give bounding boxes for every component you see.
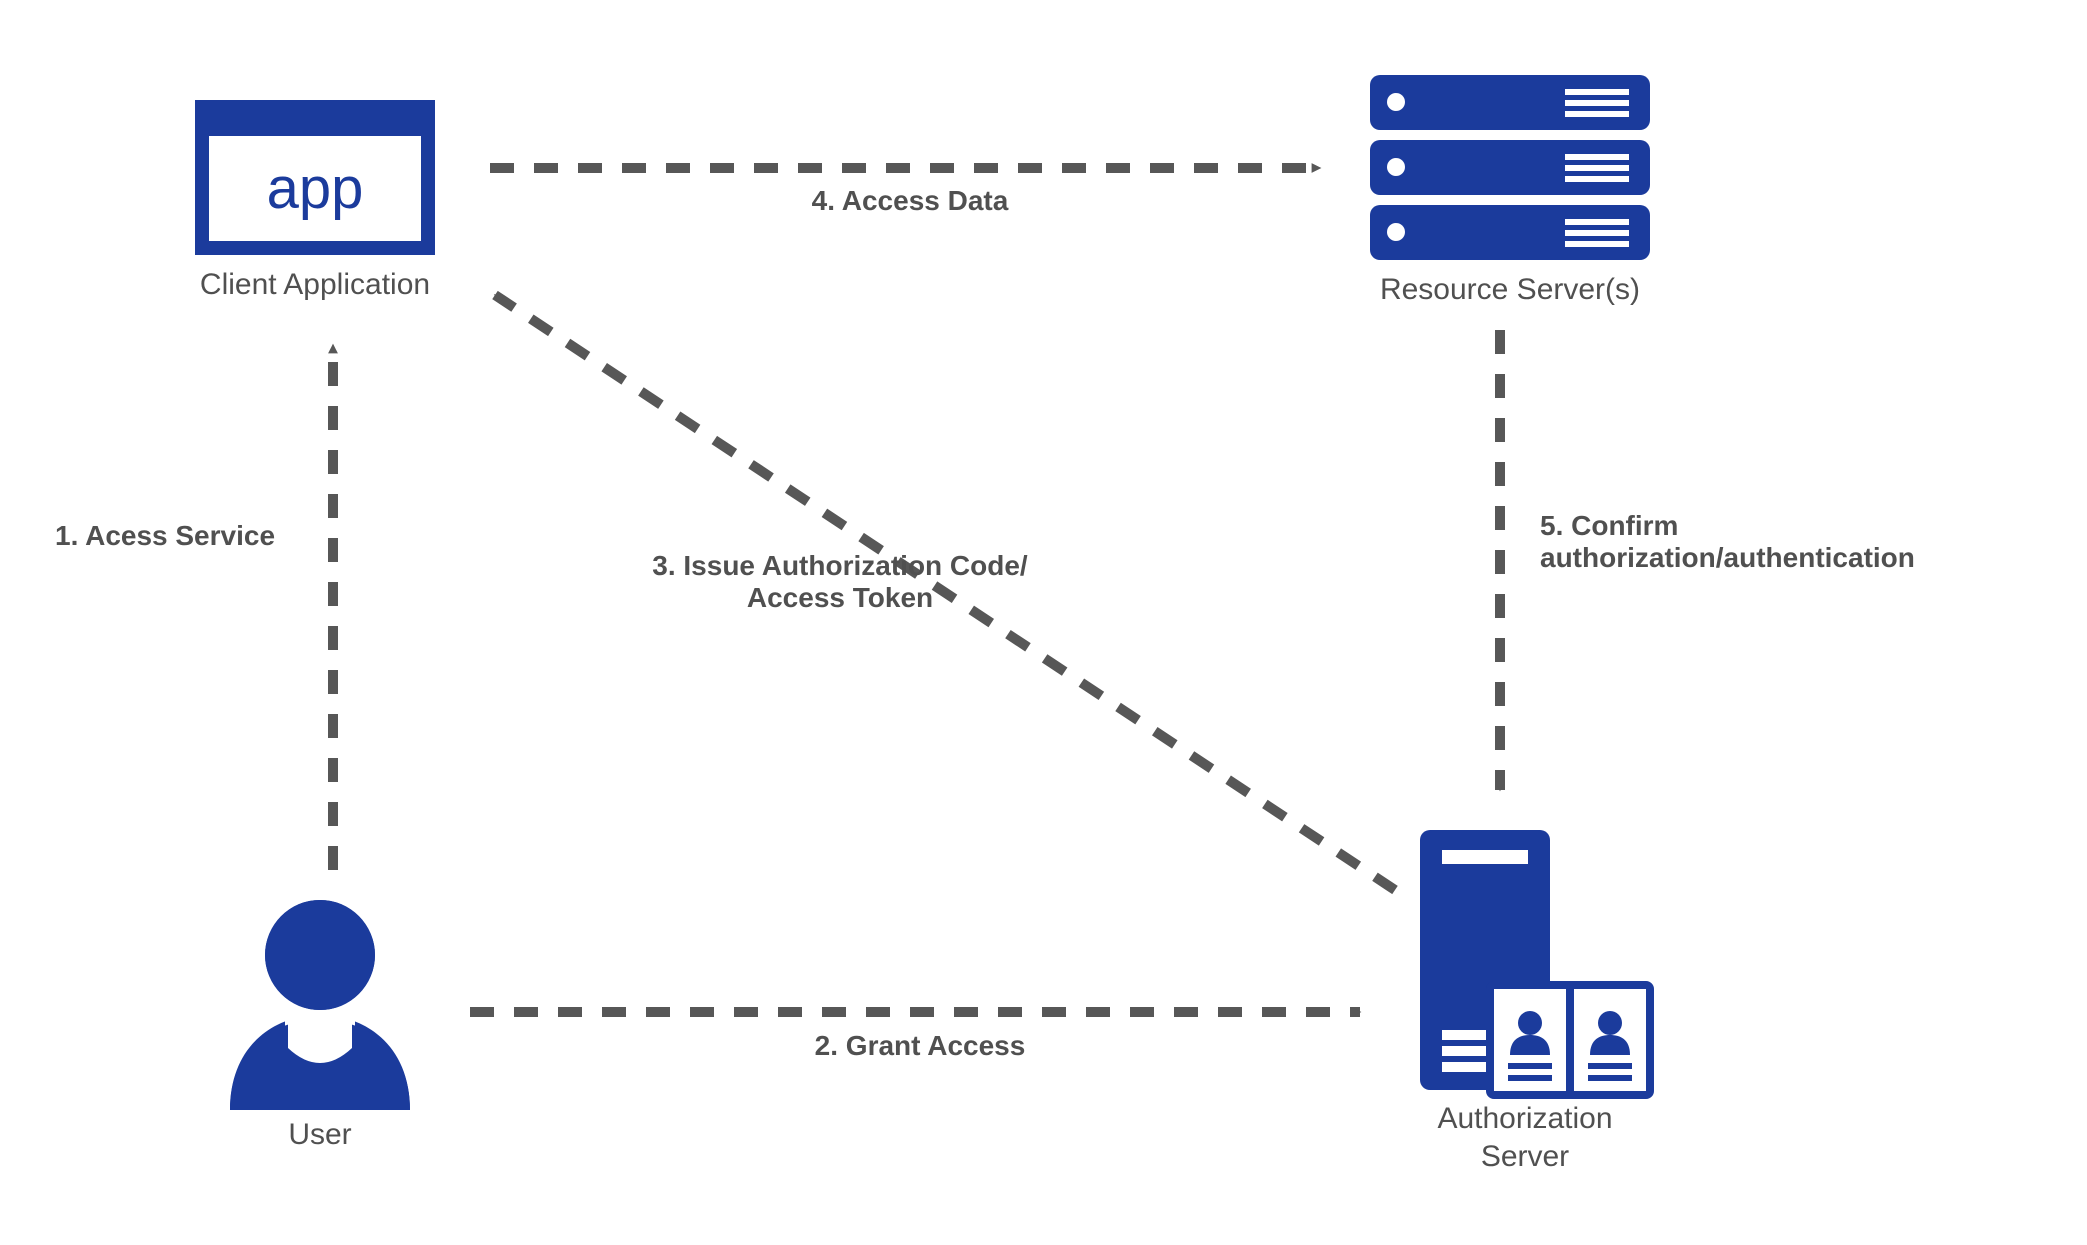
authorization-server-label-line1: Authorization [1437, 1102, 1612, 1135]
edge-3-label: 3. Issue Authorization Code/ Access Toke… [610, 550, 1070, 614]
client-app-icon: app [195, 100, 435, 255]
resource-servers-icon [1370, 75, 1650, 260]
authorization-server-label: Authorization Server [1365, 1100, 1685, 1175]
authorization-server-label-line2: Server [1481, 1140, 1569, 1173]
edge-5-label: 5. Confirm authorization/authentication [1540, 510, 2010, 574]
user-icon [230, 900, 410, 1110]
authorization-server-icon [1420, 830, 1650, 1095]
edge-1-label: 1. Acess Service [55, 520, 315, 552]
edge-4-label: 4. Access Data [770, 185, 1050, 217]
oauth-flow-diagram: app [0, 0, 2087, 1245]
user-label: User [160, 1118, 480, 1152]
client-application-label: Client Application [155, 268, 475, 302]
edge-2-label: 2. Grant Access [760, 1030, 1080, 1062]
resource-servers-label: Resource Server(s) [1350, 273, 1670, 307]
client-app-icon-text: app [267, 156, 364, 221]
